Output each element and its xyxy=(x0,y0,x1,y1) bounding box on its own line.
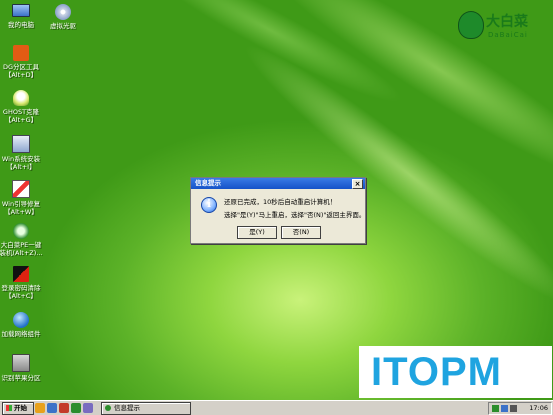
clock: 17:06 xyxy=(529,404,548,412)
desktop-icon-label: 虚拟光驱 xyxy=(50,22,76,30)
quicklaunch-tool-icon[interactable] xyxy=(59,403,69,413)
taskbar-window-button[interactable]: 信息提示 xyxy=(101,402,191,415)
partition-tool-icon xyxy=(13,45,29,61)
boot-repair-icon xyxy=(12,180,30,198)
dabaicai-install-icon xyxy=(13,223,29,239)
computer-icon xyxy=(12,4,30,17)
virtual-drive-icon xyxy=(55,4,71,20)
network-icon xyxy=(13,312,29,328)
watermark-text: ITOPM xyxy=(371,350,502,394)
dialog-message-line2: 选择"是(Y)"马上重启，选择"否(N)"返回主界面。 xyxy=(224,211,366,219)
dialog-message-line1: 还原已完成，10秒后自动重启计算机！ xyxy=(224,198,337,206)
desktop-icon-label: GHOST克隆 【Alt+G】 xyxy=(2,108,40,124)
quicklaunch-disk-icon[interactable] xyxy=(47,403,57,413)
taskbar: 开始 信息提示 17:06 xyxy=(0,400,553,415)
tray-volume-icon[interactable] xyxy=(510,405,517,412)
desktop-icon-network[interactable]: 加载网络组件 xyxy=(0,312,44,338)
tray-network-icon[interactable] xyxy=(492,405,499,412)
taskbar-window-label: 信息提示 xyxy=(114,404,140,412)
desktop-icon-my-computer[interactable]: 我的电脑 xyxy=(0,4,44,29)
watermark: ITOPM xyxy=(359,346,552,398)
desktop-icon-label: 识别苹果分区 xyxy=(1,374,41,382)
desktop-icon-apple-partition[interactable]: 识别苹果分区 xyxy=(0,354,44,382)
windows-flag-icon xyxy=(6,405,12,411)
desktop-icon-virtual-drive[interactable]: 虚拟光驱 xyxy=(40,4,86,30)
dialog-title: 信息提示 xyxy=(195,179,221,187)
desktop-icon-dabaicai-install[interactable]: 大白菜PE一键 装机(Alt+Z)... xyxy=(0,223,44,257)
desktop-icon-label: DG分区工具 【Alt+D】 xyxy=(2,63,40,79)
brand-subtitle: DaBaiCai xyxy=(488,31,528,39)
brand-logo: 大白菜 DaBaiCai xyxy=(458,9,548,45)
ghost-icon xyxy=(13,90,29,106)
window-app-icon xyxy=(105,405,111,411)
start-label: 开始 xyxy=(14,404,27,412)
tray-monitor-icon[interactable] xyxy=(501,405,508,412)
desktop-icon-label: 我的电脑 xyxy=(8,21,34,29)
desktop-icon-label: Win系统安装 【Alt+I】 xyxy=(1,155,41,171)
dialog-close-button[interactable]: × xyxy=(352,179,363,189)
system-tray: 17:06 xyxy=(488,402,552,415)
windows-install-icon xyxy=(12,135,30,153)
desktop-icon-label: 登录密码清除 【Alt+C】 xyxy=(1,284,41,300)
apple-partition-icon xyxy=(12,354,30,372)
desktop-icon-dg-partition[interactable]: DG分区工具 【Alt+D】 xyxy=(0,45,44,79)
password-clear-icon xyxy=(13,266,29,282)
desktop-icon-boot-repair[interactable]: Win引导修复 【Alt+W】 xyxy=(0,180,44,216)
desktop: 我的电脑 虚拟光驱 DG分区工具 【Alt+D】 GHOST克隆 【Alt+G】… xyxy=(0,0,553,400)
yes-button[interactable]: 是(Y) xyxy=(237,226,277,239)
desktop-icon-win-install[interactable]: Win系统安装 【Alt+I】 xyxy=(0,135,44,171)
brand-name: 大白菜 xyxy=(486,14,528,30)
desktop-icon-ghost[interactable]: GHOST克隆 【Alt+G】 xyxy=(0,90,44,124)
quicklaunch-desktop-icon[interactable] xyxy=(83,403,93,413)
cabbage-logo-icon xyxy=(458,11,484,39)
desktop-icon-password-clear[interactable]: 登录密码清除 【Alt+C】 xyxy=(0,266,44,300)
desktop-icon-label: 加载网络组件 xyxy=(1,330,41,338)
dialog-titlebar[interactable]: 信息提示 × xyxy=(191,178,365,189)
info-dialog: 信息提示 × i 还原已完成，10秒后自动重启计算机！ 选择"是(Y)"马上重启… xyxy=(190,177,366,244)
desktop-icon-label: Win引导修复 【Alt+W】 xyxy=(1,200,41,216)
desktop-icon-label: 大白菜PE一键 装机(Alt+Z)... xyxy=(0,241,43,257)
info-icon: i xyxy=(201,197,217,213)
quicklaunch-app-icon[interactable] xyxy=(71,403,81,413)
start-button[interactable]: 开始 xyxy=(2,402,34,415)
no-button[interactable]: 否(N) xyxy=(281,226,321,239)
quicklaunch-folder-icon[interactable] xyxy=(35,403,45,413)
